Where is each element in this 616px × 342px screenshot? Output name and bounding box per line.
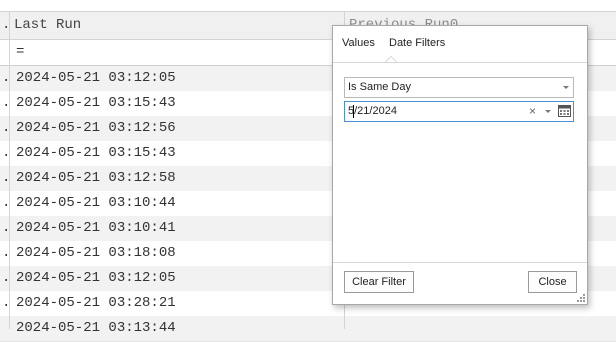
calendar-icon[interactable]	[558, 104, 571, 117]
last-run-cell[interactable]: 2024-05-21 03:15:43	[16, 141, 176, 166]
date-input[interactable]: 5/21/2024 ×	[344, 101, 574, 122]
last-run-cell[interactable]: 2024-05-21 03:12:05	[16, 266, 176, 291]
tab-values[interactable]: Values	[342, 37, 375, 49]
grid-top-strip	[0, 0, 616, 12]
column-header-last-run[interactable]: Last Run	[14, 12, 81, 39]
condition-selected-value: Is Same Day	[348, 81, 411, 93]
date-input-value: 5/21/2024	[348, 105, 397, 117]
condition-dropdown[interactable]: Is Same Day	[344, 77, 574, 98]
filter-popup: Values Date Filters Is Same Day 5/21/202…	[332, 25, 588, 305]
column-separator	[9, 12, 10, 329]
clear-filter-button[interactable]: Clear Filter	[344, 271, 414, 293]
last-run-cell[interactable]: 2024-05-21 03:12:56	[16, 116, 176, 141]
last-run-cell[interactable]: 2024-05-21 03:28:21	[16, 291, 176, 316]
last-run-cell[interactable]: 2024-05-21 03:12:05	[16, 66, 176, 91]
tab-date-filters[interactable]: Date Filters	[389, 37, 445, 49]
close-button[interactable]: Close	[528, 271, 577, 293]
active-tab-pointer-fill	[386, 57, 396, 62]
filter-operator[interactable]: =	[16, 40, 24, 65]
filter-tabs: Values Date Filters	[333, 26, 587, 66]
last-run-cell[interactable]: 2024-05-21 03:18:08	[16, 241, 176, 266]
last-run-cell[interactable]: 2024-05-21 03:10:44	[16, 191, 176, 216]
chevron-down-icon[interactable]	[545, 110, 551, 113]
last-run-cell[interactable]: 2024-05-21 03:12:58	[16, 166, 176, 191]
resize-grip-icon[interactable]	[577, 294, 585, 302]
tab-divider	[333, 62, 587, 63]
chevron-down-icon	[563, 86, 569, 89]
table-row[interactable]: 2024-05-21 03:13:44	[0, 316, 616, 342]
clear-icon[interactable]: ×	[529, 102, 536, 121]
last-run-cell[interactable]: 2024-05-21 03:10:41	[16, 216, 176, 241]
footer-divider	[333, 262, 587, 263]
last-run-cell[interactable]: 2024-05-21 03:15:43	[16, 91, 176, 116]
text-caret	[353, 105, 354, 118]
